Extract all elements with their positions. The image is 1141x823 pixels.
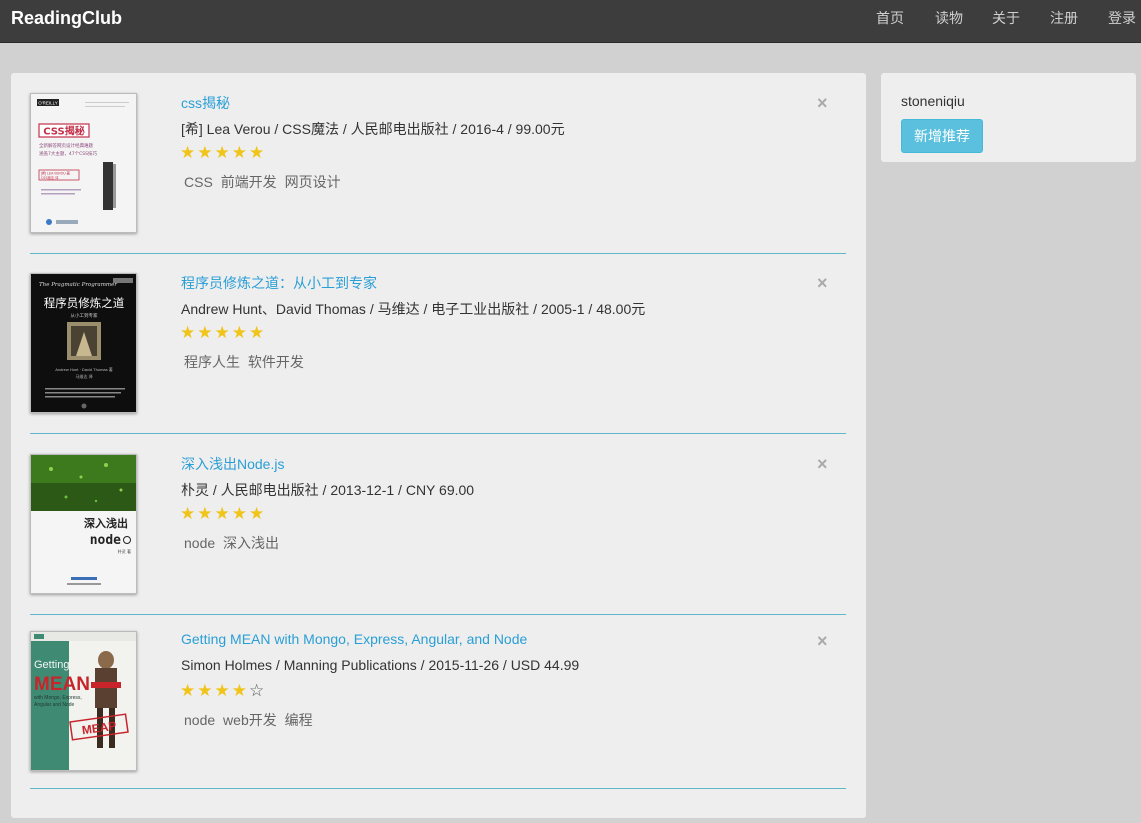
book-cover-image[interactable]: O'REILLY CSS揭秘 全新解答网页设计经典难题 涵盖7大主题，47个CS… bbox=[30, 93, 137, 233]
nav-about[interactable]: 关于 bbox=[992, 0, 1020, 37]
cover-title: 深入浅出 bbox=[84, 516, 128, 530]
book-meta: Simon Holmes / Manning Publications / 20… bbox=[181, 657, 580, 673]
remove-book-button[interactable]: × bbox=[817, 630, 828, 652]
star-filled-icon: ★ bbox=[249, 143, 267, 162]
book-meta: [希] Lea Verou / CSS魔法 / 人民邮电出版社 / 2016-4… bbox=[181, 121, 565, 137]
cover-subtitle-2: Angular and Node bbox=[34, 702, 75, 708]
cover-author: 朴灵 著 bbox=[118, 548, 131, 554]
cover-author: [希] LEA VEROU 著 bbox=[41, 171, 71, 176]
book-tags: 程序人生 软件开发 bbox=[184, 352, 308, 372]
book-title-link[interactable]: 深入浅出Node.js bbox=[181, 454, 284, 474]
book-cover-image[interactable]: Getting MEAN with Mongo, Express, Angula… bbox=[30, 631, 137, 771]
star-filled-icon: ★ bbox=[249, 504, 267, 523]
star-filled-icon: ★ bbox=[197, 681, 215, 700]
cover-authors: Andrew Hunt · David Thomas 著 bbox=[55, 366, 113, 372]
star-filled-icon: ★ bbox=[180, 143, 198, 162]
cover-subtitle-1: with Mongo, Express, bbox=[34, 695, 82, 701]
book-tags: node web开发 编程 bbox=[184, 710, 317, 730]
tag[interactable]: web开发 bbox=[223, 712, 277, 728]
tag[interactable]: node bbox=[184, 535, 215, 551]
star-rating: ★★★★★ bbox=[180, 504, 266, 524]
brand-logo[interactable]: ReadingClub bbox=[11, 8, 122, 29]
star-filled-icon: ★ bbox=[231, 504, 249, 523]
star-filled-icon: ★ bbox=[249, 323, 267, 342]
book-meta: Andrew Hunt、David Thomas / 马维达 / 电子工业出版社… bbox=[181, 301, 646, 317]
star-filled-icon: ★ bbox=[214, 504, 232, 523]
book-cover-image[interactable]: The Pragmatic Programmer 程序员修炼之道 从小工到专家 … bbox=[30, 273, 137, 413]
tag[interactable]: 深入浅出 bbox=[223, 535, 279, 551]
tag[interactable]: 前端开发 bbox=[221, 174, 277, 190]
book-title-link[interactable]: css揭秘 bbox=[181, 93, 230, 113]
book-list-panel: O'REILLY CSS揭秘 全新解答网页设计经典难题 涵盖7大主题，47个CS… bbox=[11, 73, 866, 818]
book-title-link[interactable]: 程序员修炼之道：从小工到专家 bbox=[181, 273, 377, 293]
star-filled-icon: ★ bbox=[231, 143, 249, 162]
tag[interactable]: 程序人生 bbox=[184, 354, 240, 370]
remove-book-button[interactable]: × bbox=[817, 272, 828, 294]
nav-register[interactable]: 注册 bbox=[1050, 0, 1078, 37]
star-filled-icon: ★ bbox=[214, 143, 232, 162]
user-panel: stoneniqiu 新增推荐 bbox=[881, 73, 1136, 162]
remove-book-button[interactable]: × bbox=[817, 92, 828, 114]
nodejs-cover-art: 深入浅出 node 朴灵 著 bbox=[31, 455, 136, 593]
cover-subtitle: 从小工到专家 bbox=[71, 312, 98, 319]
remove-book-button[interactable]: × bbox=[817, 453, 828, 475]
pragmatic-programmer-cover-art: The Pragmatic Programmer 程序员修炼之道 从小工到专家 … bbox=[31, 274, 136, 412]
navbar: ReadingClub 首页 读物 关于 注册 登录 bbox=[0, 0, 1141, 43]
nav-home[interactable]: 首页 bbox=[876, 0, 904, 37]
tag[interactable]: 编程 bbox=[285, 712, 313, 728]
star-filled-icon: ★ bbox=[197, 323, 215, 342]
cover-title-line1: Getting bbox=[34, 659, 69, 671]
star-filled-icon: ★ bbox=[180, 504, 198, 523]
cover-translator: CSS魔法 译 bbox=[41, 175, 59, 180]
star-filled-icon: ★ bbox=[214, 323, 232, 342]
book-meta: 朴灵 / 人民邮电出版社 / 2013-12-1 / CNY 69.00 bbox=[181, 482, 475, 498]
book-item: The Pragmatic Programmer 程序员修炼之道 从小工到专家 … bbox=[30, 253, 846, 434]
cover-series: The Pragmatic Programmer bbox=[39, 282, 117, 288]
star-rating: ★★★★★ bbox=[180, 323, 266, 343]
nav-books[interactable]: 读物 bbox=[935, 0, 963, 37]
css-secrets-cover-art: O'REILLY CSS揭秘 全新解答网页设计经典难题 涵盖7大主题，47个CS… bbox=[31, 94, 136, 232]
book-item: 深入浅出 node 朴灵 著 深入浅出Node.js 朴灵 / 人民邮电出版社 … bbox=[30, 434, 846, 615]
star-filled-icon: ★ bbox=[197, 504, 215, 523]
getting-mean-cover-art: Getting MEAN with Mongo, Express, Angula… bbox=[31, 632, 136, 770]
star-rating: ★★★★☆ bbox=[180, 681, 266, 701]
book-title-link[interactable]: Getting MEAN with Mongo, Express, Angula… bbox=[181, 631, 527, 647]
cover-title: CSS揭秘 bbox=[43, 125, 84, 138]
star-filled-icon: ★ bbox=[197, 143, 215, 162]
star-rating: ★★★★★ bbox=[180, 143, 266, 163]
star-empty-icon: ☆ bbox=[249, 681, 267, 700]
book-tags: CSS 前端开发 网页设计 bbox=[184, 172, 345, 192]
tag[interactable]: CSS bbox=[184, 174, 213, 190]
book-cover-image[interactable]: 深入浅出 node 朴灵 著 bbox=[30, 454, 137, 594]
cover-translator: 马维达 译 bbox=[75, 373, 92, 379]
tag[interactable]: 网页设计 bbox=[285, 174, 341, 190]
star-filled-icon: ★ bbox=[231, 323, 249, 342]
star-filled-icon: ★ bbox=[214, 681, 232, 700]
cover-subtitle-1: 全新解答网页设计经典难题 bbox=[39, 142, 93, 149]
cover-subtitle-2: 涵盖7大主题，47个CSS技巧 bbox=[39, 150, 97, 157]
star-filled-icon: ★ bbox=[180, 323, 198, 342]
nav-login[interactable]: 登录 bbox=[1108, 0, 1136, 37]
book-item: Getting MEAN with Mongo, Express, Angula… bbox=[30, 611, 846, 789]
username: stoneniqiu bbox=[901, 93, 965, 109]
cover-title-line2: MEAN bbox=[34, 674, 90, 695]
cover-title: 程序员修炼之道 bbox=[44, 296, 125, 310]
cover-logo: node bbox=[90, 533, 121, 548]
book-item: O'REILLY CSS揭秘 全新解答网页设计经典难题 涵盖7大主题，47个CS… bbox=[30, 73, 846, 254]
star-filled-icon: ★ bbox=[231, 681, 249, 700]
book-tags: node 深入浅出 bbox=[184, 533, 283, 553]
tag[interactable]: 软件开发 bbox=[248, 354, 304, 370]
tag[interactable]: node bbox=[184, 712, 215, 728]
cover-publisher-badge: O'REILLY bbox=[38, 101, 58, 106]
star-filled-icon: ★ bbox=[180, 681, 198, 700]
add-recommendation-button[interactable]: 新增推荐 bbox=[901, 119, 983, 153]
